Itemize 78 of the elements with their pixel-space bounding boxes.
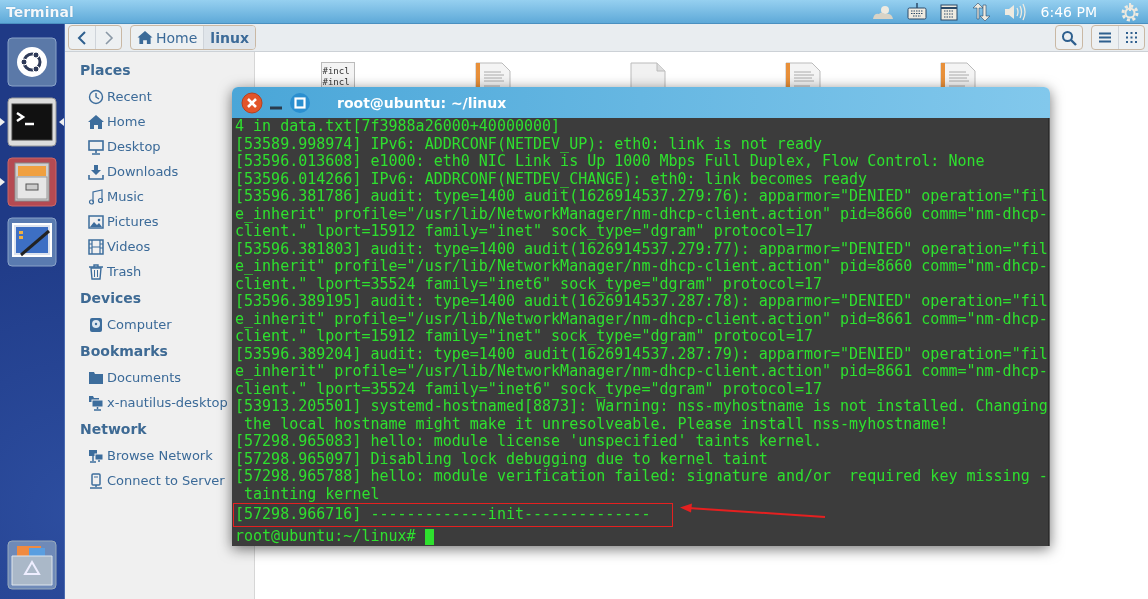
terminal-line: [57298.966716] -------------init-------------- [235,506,651,524]
maximize-button[interactable] [289,91,311,114]
text-document-icon[interactable] [474,62,511,87]
terminal-line: [53589.998974] IPv6: ADDRCONF(NETDEV_UP): eth0: link is not ready [235,134,822,153]
terminal-line: 4 in data.txt[7f3988a26000+40000000] [235,117,561,135]
terminal-line: client." lport=35524 family="inet6" sock_type="dgram" protocol=17 [235,379,822,398]
sidebar-item[interactable]: Trash [88,259,142,284]
house-icon [88,113,104,130]
network-computers-icon [88,447,104,464]
sidebar-item[interactable]: Desktop [88,134,161,159]
screen-pen-icon[interactable] [7,217,57,267]
hard-drive-icon [88,316,104,333]
terminal-line: [53913.205501] systemd-hostnamed[8873]: Warning: nss-myhostname is not installed. Changing [235,397,1048,415]
code-preview: #incl [322,77,351,87]
breadcrumb-button[interactable]: linux [203,26,255,49]
sidebar-item[interactable]: Downloads [88,159,179,184]
text-document-icon[interactable] [784,62,821,87]
text-document-icon[interactable] [939,62,976,87]
trash-can-icon [88,263,104,280]
terminal-line: [53596.381803] audit: type=1400 audit(1626914537.279:77): apparmor="DENIED" operation="fil [235,239,1048,258]
keyboard-icon[interactable] [906,3,927,20]
up-down-arrows-icon[interactable] [970,2,991,21]
source-file-icon[interactable]: #incl #incl [320,62,355,87]
picture-icon [88,213,104,230]
folder-monitor-icon [88,394,104,411]
terminal-line: [53596.389204] audit: type=1400 audit(1626914537.287:79): apparmor="DENIED" operation="fil [235,344,1048,363]
sidebar-item[interactable]: Recent [88,84,152,109]
terminal-line: e_inherit" profile="/usr/lib/NetworkManager/nm-dhcp-client.action" pid=8661 comm="nm-dhcp- [235,309,1048,328]
clock-icon [88,88,104,105]
grid-icon [1126,32,1137,43]
sidebar-item[interactable]: Videos [88,234,151,259]
terminal-line: e_inherit" profile="/usr/lib/NetworkManager/nm-dhcp-client.action" pid=8660 comm="nm-dhcp- [235,204,1048,223]
terminal-line: [57298.965083] hello: module license 'unspecified' taints kernel. [235,432,822,450]
list-icon [1099,32,1111,43]
terminal-line: e_inherit" profile="/usr/lib/NetworkManager/nm-dhcp-client.action" pid=8661 comm="nm-dhcp- [235,362,1048,380]
chevron-left-icon [77,30,87,45]
sidebar-item[interactable]: x-nautilus-desktop [88,390,228,415]
sidebar-item[interactable]: Pictures [88,209,159,234]
sidebar-item[interactable]: Documents [88,365,182,390]
terminal-line: client." lport=15912 family="inet" sock_type="dgram" protocol=17 [235,222,813,240]
server-icon [88,472,104,489]
sidebar-item[interactable]: Music [88,184,144,209]
window-title: root@ubuntu: ~/linux [337,94,507,111]
film-strip-icon [88,238,104,255]
sidebar-item[interactable]: Browse Network [88,443,213,468]
terminal-line: [53596.381786] audit: type=1400 audit(1626914537.279:76): apparmor="DENIED" operation="fil [235,187,1048,205]
terminal-line: [53596.014266] IPv6: ADDRCONF(NETDEV_CHANGE): eth0: link becomes ready [235,169,868,188]
code-preview: #incl [322,66,351,77]
download-icon [88,163,104,180]
shell-prompt: root@ubuntu:~/linux# [235,527,416,546]
terminal-line: [57298.965097] Disabling lock debugging due to kernel taint [235,449,768,468]
house-icon [137,30,153,45]
terminal-line: the local hostname might make it unresolveable. Please install nss-myhostname! [243,414,949,433]
monitor-icon [88,138,104,155]
chevron-right-icon [103,30,114,45]
terminal-line: [57298.965788] hello: module verification failed: signature and/or required key missing - [235,467,1048,485]
search-icon [1061,29,1077,46]
window-title: Terminal [6,3,75,20]
terminal-line: tainting kernel [243,484,380,503]
circle-logo-icon[interactable] [7,37,57,87]
terminal-line: client." lport=35524 family="inet6" sock_type="dgram" protocol=17 [235,274,822,293]
terminal-line: [53596.013608] e1000: eth0 NIC Link is Up 1000 Mbps Full Duplex, Flow Control: None [235,152,985,170]
breadcrumb-button[interactable]: Home [131,26,204,49]
close-button[interactable] [241,91,263,114]
file-cabinet-icon[interactable] [7,157,57,207]
trash-icon[interactable] [7,540,57,590]
terminal-icon[interactable] [7,97,57,147]
sidebar-heading: Places [79,61,132,80]
terminal-line: e_inherit" profile="/usr/lib/NetworkManager/nm-dhcp-client.action" pid=8660 comm="nm-dhcp- [235,257,1048,275]
cursor-block [424,528,434,545]
sidebar-item[interactable]: Connect to Server [88,468,225,493]
sidebar-item[interactable]: Home [88,109,146,134]
sidebar-item[interactable]: Computer [88,312,172,337]
calendar-icon[interactable] [939,2,958,21]
terminal-line: client." lport=15912 family="inet" sock_type="dgram" protocol=17 [235,327,813,345]
terminal-line: [53596.389195] audit: type=1400 audit(1626914537.287:78): apparmor="DENIED" operation="fil [235,292,1048,310]
music-note-icon [88,188,104,205]
folder-icon [88,369,104,386]
